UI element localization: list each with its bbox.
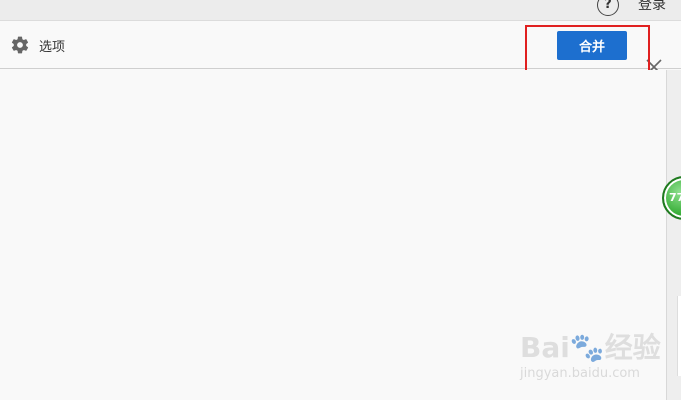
help-glyph: ? xyxy=(604,0,612,12)
side-panel-edge xyxy=(677,296,681,376)
main-content-area xyxy=(0,70,666,400)
top-bar: ? 登录 xyxy=(0,0,681,21)
merge-button[interactable]: 合并 xyxy=(557,31,627,60)
options-label: 选项 xyxy=(39,39,66,55)
options-button[interactable]: 选项 xyxy=(10,35,65,55)
toolbar: 选项 合并 xyxy=(0,21,681,75)
help-icon[interactable]: ? xyxy=(597,0,619,16)
login-link[interactable]: 登录 xyxy=(638,0,666,14)
gear-icon xyxy=(11,36,29,54)
badge-text: 77 xyxy=(669,191,681,204)
